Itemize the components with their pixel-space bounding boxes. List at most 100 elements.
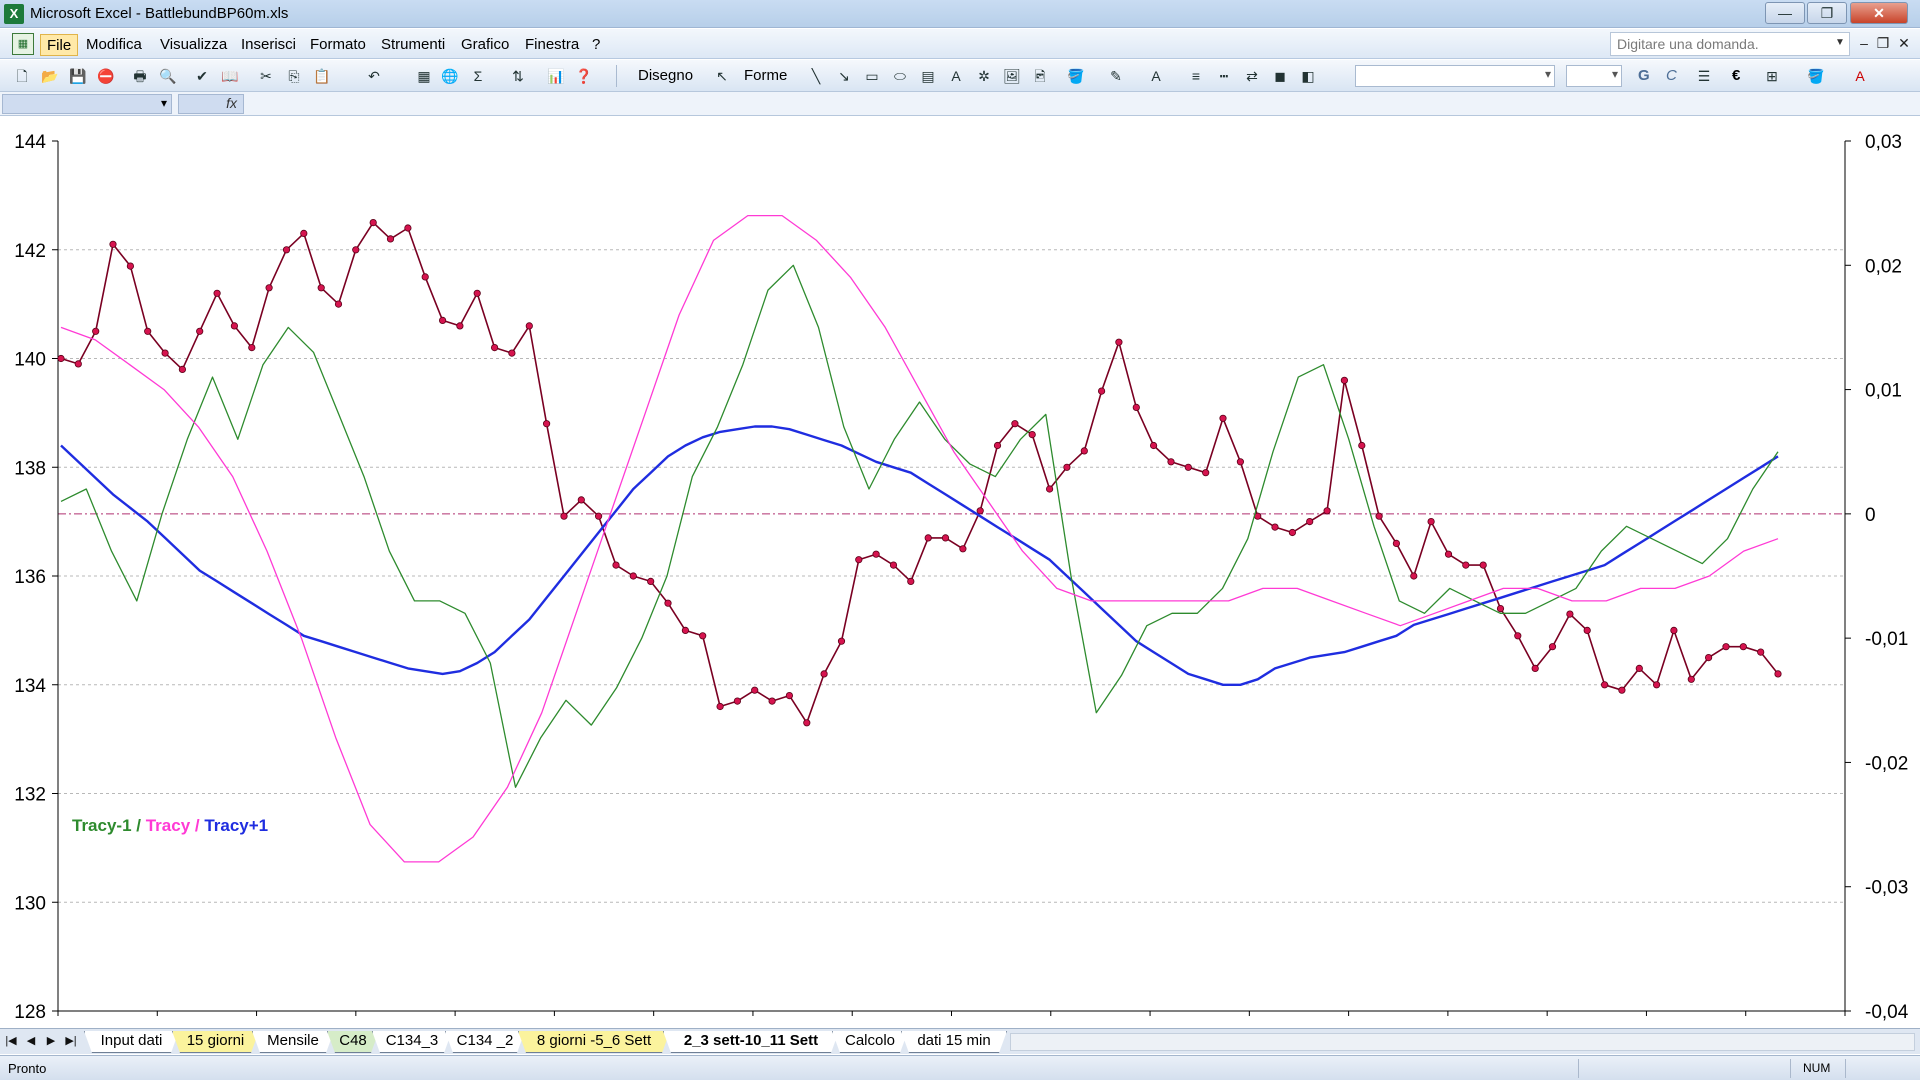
data-point: [369, 219, 377, 227]
menu-file[interactable]: File: [40, 34, 79, 56]
last-sheet-icon[interactable]: ▶|: [64, 1034, 78, 1047]
disegno-button[interactable]: Disegno: [638, 67, 693, 84]
select-pointer-icon[interactable]: ↖: [712, 66, 732, 86]
line-style-icon[interactable]: ≡: [1186, 66, 1206, 86]
font-size-combo[interactable]: [1566, 65, 1622, 87]
fx-button[interactable]: fx: [178, 94, 244, 114]
line-color-icon[interactable]: ✎: [1106, 66, 1126, 86]
series-line-2: [60, 264, 1779, 788]
doc-restore-icon[interactable]: ❐: [1872, 35, 1894, 52]
3d-icon[interactable]: ◧: [1298, 66, 1318, 86]
oval-icon[interactable]: ⬭: [890, 66, 910, 86]
font-color-icon[interactable]: A: [1146, 66, 1166, 86]
excel-icon[interactable]: X: [4, 4, 24, 24]
menu-visualizza[interactable]: Visualizza: [154, 34, 233, 56]
tab-2-3-sett[interactable]: 2_3 sett-10_11 Sett: [663, 1031, 839, 1053]
y-left-tick-label: 136: [14, 567, 46, 588]
series-line-0: [60, 221, 1779, 724]
tab-calcolo[interactable]: Calcolo: [832, 1031, 908, 1053]
data-point: [855, 556, 863, 564]
picture-icon[interactable]: 🖻: [1030, 66, 1050, 86]
workbook-icon[interactable]: ▦: [12, 33, 34, 55]
arrow-icon[interactable]: ↘: [834, 66, 854, 86]
minimize-button[interactable]: —: [1765, 2, 1805, 24]
fill-color-icon[interactable]: 🪣: [1066, 66, 1086, 86]
dash-style-icon[interactable]: ┅: [1214, 66, 1234, 86]
data-point: [1739, 643, 1747, 651]
name-box[interactable]: [2, 94, 172, 114]
menu-formato[interactable]: Formato: [304, 34, 372, 56]
cut-icon[interactable]: ✂: [256, 66, 276, 86]
wordart-icon[interactable]: A: [946, 66, 966, 86]
data-point: [317, 284, 325, 292]
first-sheet-icon[interactable]: |◀: [4, 1034, 18, 1047]
diagram-icon[interactable]: ✲: [974, 66, 994, 86]
doc-close-icon[interactable]: ✕: [1893, 35, 1915, 52]
menu-strumenti[interactable]: Strumenti: [375, 34, 451, 56]
print-preview-icon[interactable]: 🔍: [158, 66, 178, 86]
copy-icon[interactable]: ⎘: [284, 66, 304, 86]
tab-c134-3[interactable]: C134_3: [372, 1031, 452, 1053]
toolbar-separator: [616, 65, 617, 87]
open-icon[interactable]: 📂: [40, 66, 60, 86]
help-icon[interactable]: ❓: [574, 66, 594, 86]
clipart-icon[interactable]: 🖼: [1002, 66, 1022, 86]
shadow-icon[interactable]: ◼: [1270, 66, 1290, 86]
fill-bucket-icon[interactable]: 🪣: [1806, 66, 1826, 86]
research-icon[interactable]: 📖: [220, 66, 240, 86]
bold-button[interactable]: G: [1638, 67, 1650, 84]
data-point: [1479, 561, 1487, 569]
tab-15-giorni[interactable]: 15 giorni: [172, 1031, 259, 1053]
font-name-combo[interactable]: [1355, 65, 1555, 87]
data-point: [1098, 387, 1106, 395]
permission-icon[interactable]: ⛔: [96, 66, 116, 86]
align-icon[interactable]: ☰: [1694, 66, 1714, 86]
tab-8-giorni[interactable]: 8 giorni -5_6 Sett: [518, 1031, 670, 1053]
tab-input-dati[interactable]: Input dati: [84, 1031, 179, 1053]
tab-dati-15-min[interactable]: dati 15 min: [901, 1031, 1007, 1053]
tab-mensile[interactable]: Mensile: [252, 1031, 334, 1053]
menu-help[interactable]: ?: [586, 34, 606, 56]
borders-icon[interactable]: ⊞: [1762, 66, 1782, 86]
save-icon[interactable]: 💾: [68, 66, 88, 86]
data-point: [1462, 561, 1470, 569]
sort-icon[interactable]: ⇅: [508, 66, 528, 86]
line-icon[interactable]: ╲: [806, 66, 826, 86]
italic-button[interactable]: C: [1666, 67, 1677, 84]
menu-finestra[interactable]: Finestra: [519, 34, 585, 56]
text-color-icon[interactable]: A: [1850, 66, 1870, 86]
tab-c48[interactable]: C48: [327, 1031, 379, 1053]
chart-area[interactable]: 144 142 140 138 136 134 132 130 128 0,03 0,02 0,01 0…: [0, 116, 1920, 1026]
data-point: [577, 496, 585, 504]
hyperlink-icon[interactable]: 🌐: [440, 66, 460, 86]
print-icon[interactable]: 🖶: [130, 66, 150, 86]
chevron-down-icon[interactable]: ▼: [1835, 37, 1845, 48]
autosum-icon[interactable]: Σ: [468, 66, 488, 86]
spelling-icon[interactable]: ✔: [192, 66, 212, 86]
rectangle-icon[interactable]: ▭: [862, 66, 882, 86]
line-chart: 144 142 140 138 136 134 132 130 128 0,03 0,02 0,01 0…: [14, 132, 1908, 1023]
chart-wizard-icon[interactable]: ▦: [414, 66, 434, 86]
next-sheet-icon[interactable]: ▶: [44, 1034, 58, 1047]
euro-button[interactable]: €: [1732, 67, 1740, 84]
data-point: [612, 561, 620, 569]
new-icon[interactable]: 🗋: [12, 66, 32, 86]
arrow-style-icon[interactable]: ⇄: [1242, 66, 1262, 86]
menu-grafico[interactable]: Grafico: [455, 34, 515, 56]
ask-question-input[interactable]: Digitare una domanda.: [1610, 32, 1850, 56]
chart-icon[interactable]: 📊: [546, 66, 566, 86]
data-point: [1722, 643, 1730, 651]
horizontal-scrollbar[interactable]: [1010, 1033, 1915, 1051]
data-point: [941, 534, 950, 542]
forme-button[interactable]: Forme: [744, 67, 787, 84]
data-point: [733, 697, 742, 705]
paste-icon[interactable]: 📋: [312, 66, 332, 86]
prev-sheet-icon[interactable]: ◀: [24, 1034, 38, 1047]
menu-inserisci[interactable]: Inserisci: [235, 34, 302, 56]
close-button[interactable]: ✕: [1850, 2, 1908, 24]
tab-c134-2[interactable]: C134 _2: [445, 1031, 525, 1053]
menu-modifica[interactable]: Modifica: [80, 34, 148, 56]
restore-button[interactable]: ❐: [1807, 2, 1847, 24]
undo-icon[interactable]: ↶: [364, 66, 384, 86]
textbox-icon[interactable]: ▤: [918, 66, 938, 86]
